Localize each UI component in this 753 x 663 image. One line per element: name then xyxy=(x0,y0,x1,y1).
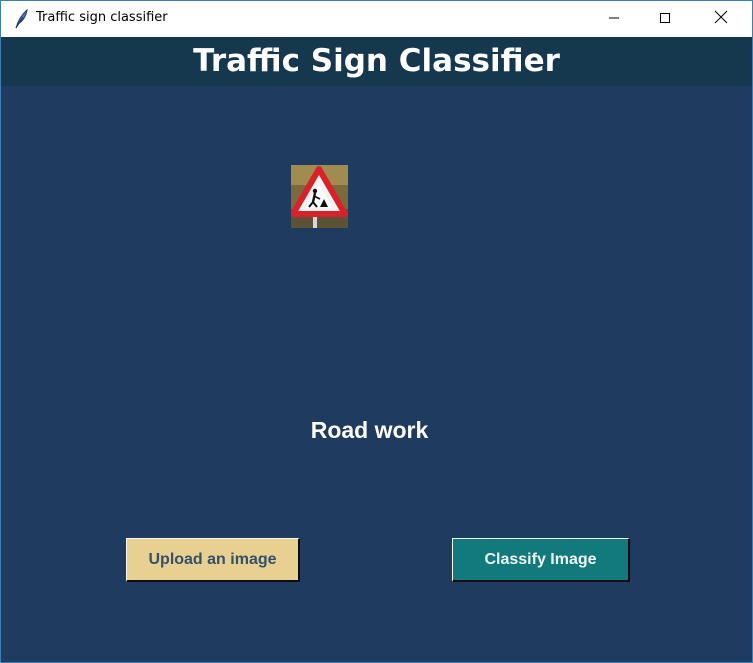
maximize-icon xyxy=(659,9,671,28)
window-titlebar[interactable]: Traffic sign classifier xyxy=(1,1,752,37)
page-title: Traffic Sign Classifier xyxy=(193,43,560,79)
window-title: Traffic sign classifier xyxy=(36,10,168,25)
close-button[interactable] xyxy=(698,1,744,36)
close-icon xyxy=(714,9,728,28)
road-work-sign-thumbnail xyxy=(290,165,348,228)
classification-result: Road work xyxy=(310,417,429,443)
maximize-button[interactable] xyxy=(642,1,688,36)
feather-icon xyxy=(13,8,29,29)
classify-image-button[interactable]: Classify Image xyxy=(452,538,630,582)
minimize-icon xyxy=(608,9,620,28)
app-window: Traffic sign classifier Traffic Sign Cla… xyxy=(0,0,753,663)
upload-image-button[interactable]: Upload an image xyxy=(126,538,300,582)
minimize-button[interactable] xyxy=(591,1,637,36)
